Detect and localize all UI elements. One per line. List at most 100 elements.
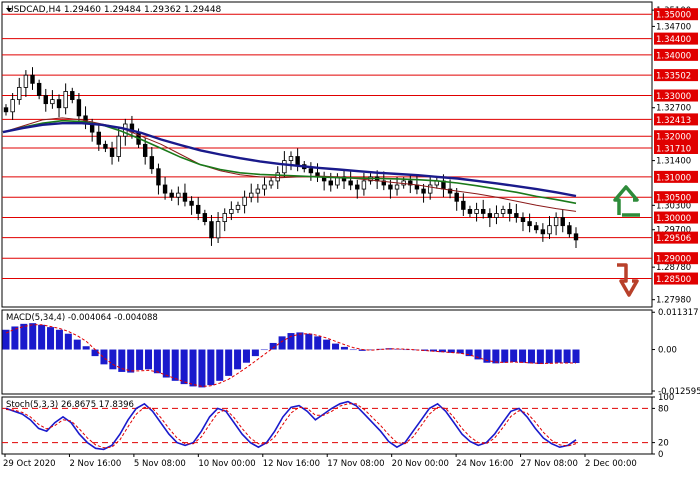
macd-bar	[136, 349, 144, 370]
candle-body	[461, 200, 466, 210]
candle-body	[487, 213, 493, 218]
candle-body	[553, 217, 559, 227]
candle-body	[50, 99, 55, 105]
candle-body	[474, 208, 479, 214]
stoch-title: Stoch(5,3,3) 26.8675 17.8396	[6, 400, 134, 410]
candle-body	[30, 74, 35, 84]
candle-body	[481, 208, 486, 214]
macd-bar	[305, 333, 313, 350]
candle-body	[394, 184, 400, 190]
candle-body	[162, 184, 168, 194]
symbol-readout: USDCAD,H4 1.29460 1.29484 1.29362 1.2944…	[7, 5, 222, 15]
candle-body	[23, 74, 29, 88]
macd-bar	[296, 332, 304, 350]
x-tick-label: 2 Dec 00:00	[585, 459, 637, 469]
macd-bar	[501, 349, 509, 363]
candle-body	[235, 204, 241, 210]
candle-body	[96, 131, 101, 145]
candle-body	[255, 188, 261, 194]
candle-body	[328, 180, 333, 186]
level-label: 1.31000	[656, 173, 691, 183]
macd-bar	[73, 339, 81, 350]
candle-body	[282, 160, 287, 174]
candle-body	[421, 188, 426, 194]
macd-bar	[349, 349, 357, 351]
x-tick-label: 17 Nov 08:00	[327, 459, 384, 469]
x-tick-label: 2 Nov 16:00	[69, 459, 121, 469]
candle-body	[242, 196, 247, 206]
x-tick-label: 20 Nov 00:00	[392, 459, 449, 469]
candle-body	[500, 208, 506, 214]
stoch-y-tick-label: 20	[658, 439, 669, 449]
arrow-up-shape	[613, 185, 640, 217]
candle-body	[507, 208, 512, 214]
candle-body	[3, 107, 9, 113]
candle-body	[427, 184, 433, 194]
macd-bar	[545, 349, 553, 364]
level-label: 1.32413	[656, 116, 691, 126]
candle-body	[17, 87, 22, 101]
candle-body	[109, 147, 115, 157]
candle-body	[142, 143, 148, 157]
macd-bar	[82, 346, 90, 350]
macd-bar	[242, 349, 250, 363]
y-tick-label: 1.31400	[656, 157, 691, 167]
candle-body	[361, 180, 367, 190]
x-tick-label: 12 Nov 16:00	[263, 459, 320, 469]
macd-bar	[563, 349, 571, 364]
y-tick-label: 1.32700	[656, 104, 691, 114]
candle-body	[209, 221, 214, 239]
candle-body	[295, 156, 300, 166]
candle-body	[176, 192, 181, 198]
candle-body	[467, 208, 473, 214]
candle-body	[454, 192, 459, 202]
macd-bar	[225, 349, 233, 376]
candle-body	[268, 180, 274, 186]
candle-body	[149, 156, 155, 170]
x-tick-label: 10 Nov 00:00	[198, 459, 255, 469]
candle-body	[308, 168, 314, 174]
candle-body	[567, 225, 572, 235]
macd-bar	[198, 349, 206, 388]
candle-body	[275, 172, 280, 182]
candle-body	[116, 135, 121, 157]
candle-body	[547, 225, 552, 235]
candle-body	[36, 82, 42, 96]
candle-body	[70, 91, 75, 101]
macd-bar	[29, 323, 37, 350]
macd-bar	[251, 349, 259, 357]
candle-body	[215, 221, 221, 239]
candle-body	[494, 213, 499, 218]
candle-body	[534, 225, 539, 231]
macd-y-tick-label: 0.00	[658, 346, 677, 356]
candle-body	[56, 99, 62, 109]
macd-bar	[278, 336, 286, 350]
candle-body	[43, 95, 48, 105]
candle-body	[156, 168, 161, 186]
macd-bar	[314, 336, 322, 350]
level-label: 1.34000	[656, 51, 691, 61]
macd-bar	[340, 346, 348, 350]
candle-body	[229, 208, 234, 214]
level-label: 1.32000	[656, 133, 691, 143]
candle-body	[514, 213, 519, 218]
candle-body	[249, 192, 254, 198]
macd-bar	[64, 333, 72, 350]
macd-bar	[510, 349, 518, 363]
macd-bar	[144, 349, 153, 370]
macd-bar	[527, 349, 535, 364]
level-label: 1.29506	[656, 234, 691, 244]
level-label: 1.30500	[656, 194, 691, 204]
level-label: 1.30000	[656, 214, 691, 224]
macd-bar	[171, 349, 179, 381]
candle-body	[573, 233, 579, 241]
macd-bar	[519, 349, 527, 363]
level-label: 1.33502	[656, 72, 691, 82]
macd-bar	[554, 349, 562, 363]
candle-body	[182, 192, 188, 202]
candle-body	[202, 213, 208, 222]
main-panel-frame	[1, 1, 653, 308]
candle-body	[560, 217, 565, 227]
candle-body	[196, 204, 201, 214]
x-tick-label: 5 Nov 08:00	[134, 459, 186, 469]
